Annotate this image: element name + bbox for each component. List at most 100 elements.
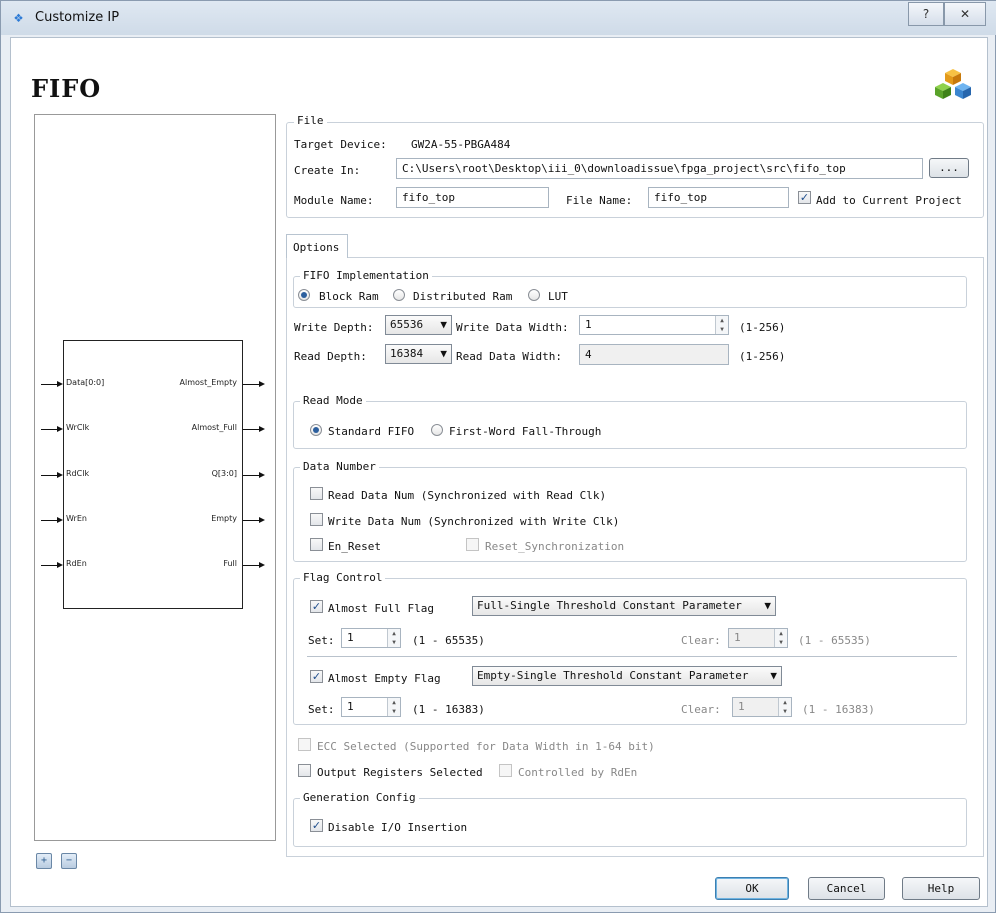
ae-clear-label: Clear:: [681, 703, 721, 716]
window-title: Customize IP: [35, 10, 120, 25]
af-set-label: Set:: [308, 634, 335, 647]
help-title-button[interactable]: ?: [908, 2, 944, 26]
standard-fifo-label: Standard FIFO: [328, 425, 415, 438]
fwft-radio[interactable]: [431, 424, 443, 436]
ok-button[interactable]: OK: [715, 877, 789, 900]
page-title: FIFO: [31, 74, 102, 103]
af-set-stepper[interactable]: 1 ▲ ▼: [341, 628, 401, 648]
data-number-label: Data Number: [300, 460, 379, 473]
reset-sync-checkbox: [466, 538, 479, 551]
arrow-right-icon: [57, 426, 63, 432]
arrow-right-icon: [259, 381, 265, 387]
target-device-label: Target Device:: [294, 138, 387, 151]
block-ram-radio[interactable]: [298, 289, 310, 301]
spin-arrows-icon[interactable]: ▲ ▼: [387, 629, 400, 647]
generation-config-label: Generation Config: [300, 791, 419, 804]
input-pin-label: Data[0:0]: [66, 378, 105, 387]
create-in-field[interactable]: C:\Users\root\Desktop\iii_0\downloadissu…: [396, 158, 923, 179]
write-data-num-label: Write Data Num (Synchronized with Write …: [328, 515, 620, 528]
write-range-label: (1-256): [739, 321, 786, 334]
fwft-label: First-Word Fall-Through: [449, 425, 602, 438]
file-group-label: File: [294, 114, 327, 127]
add-to-project-checkbox[interactable]: ✓: [798, 191, 811, 204]
flag-divider: [307, 656, 957, 657]
output-pin-label: Full: [223, 559, 237, 568]
create-in-label: Create In:: [294, 164, 361, 177]
output-pin-line: [243, 384, 259, 385]
almost-full-mode-select[interactable]: Full-Single Threshold Constant Parameter…: [472, 596, 776, 616]
ecc-checkbox: [298, 738, 311, 751]
arrow-right-icon: [259, 517, 265, 523]
spin-arrows-icon: ▲ ▼: [774, 629, 787, 647]
output-pin-line: [243, 520, 259, 521]
module-name-field[interactable]: fifo_top: [396, 187, 549, 208]
spin-arrows-icon[interactable]: ▲ ▼: [715, 316, 728, 334]
file-name-field[interactable]: fifo_top: [648, 187, 789, 208]
af-clear-range: (1 - 65535): [798, 634, 871, 647]
af-clear-value: 1: [734, 631, 741, 644]
chevron-down-icon: ▼: [440, 347, 447, 360]
almost-full-checkbox[interactable]: ✓: [310, 600, 323, 613]
output-pin-line: [243, 475, 259, 476]
almost-empty-mode-value: Empty-Single Threshold Constant Paramete…: [477, 669, 749, 682]
read-depth-select[interactable]: 16384 ▼: [385, 344, 452, 364]
output-pin-line: [243, 565, 259, 566]
write-width-stepper[interactable]: 1 ▲ ▼: [579, 315, 729, 335]
zoom-out-icon[interactable]: −: [61, 853, 77, 869]
disable-io-checkbox[interactable]: ✓: [310, 819, 323, 832]
write-width-label: Write Data Width:: [456, 321, 569, 334]
almost-empty-mode-select[interactable]: Empty-Single Threshold Constant Paramete…: [472, 666, 782, 686]
arrow-right-icon: [57, 517, 63, 523]
arrow-right-icon: [259, 562, 265, 568]
almost-empty-label: Almost Empty Flag: [328, 672, 441, 685]
disable-io-label: Disable I/O Insertion: [328, 821, 468, 834]
output-pin-label: Empty: [211, 514, 237, 523]
ae-set-range: (1 - 16383): [412, 703, 485, 716]
zoom-in-icon[interactable]: +: [36, 853, 52, 869]
read-mode-label: Read Mode: [300, 394, 366, 407]
output-pin-line: [243, 429, 259, 430]
lut-label: LUT: [548, 290, 568, 303]
customize-ip-window: ❖ Customize IP ? ✕ FIFO Data[0:0] WrClk Rd…: [0, 0, 996, 913]
read-width-label: Read Data Width:: [456, 350, 562, 363]
input-pin-label: WrClk: [66, 423, 90, 432]
output-registers-checkbox[interactable]: [298, 764, 311, 777]
controlled-by-rden-label: Controlled by RdEn: [518, 766, 638, 779]
file-name-label: File Name:: [566, 194, 633, 207]
en-reset-label: En_Reset: [328, 540, 381, 553]
close-title-button[interactable]: ✕: [944, 2, 986, 26]
spin-arrows-icon[interactable]: ▲ ▼: [387, 698, 400, 716]
read-data-num-label: Read Data Num (Synchronized with Read Cl…: [328, 489, 607, 502]
input-pin-line: [41, 429, 57, 430]
write-depth-label: Write Depth:: [294, 321, 374, 334]
tab-options[interactable]: Options: [286, 234, 348, 258]
fifo-implementation-label: FIFO Implementation: [300, 269, 432, 282]
flag-control-label: Flag Control: [300, 571, 386, 584]
almost-empty-checkbox[interactable]: ✓: [310, 670, 323, 683]
write-depth-select[interactable]: 65536 ▼: [385, 315, 452, 335]
af-clear-label: Clear:: [681, 634, 721, 647]
output-pin-label: Almost_Empty: [179, 378, 237, 387]
browse-button[interactable]: ...: [929, 158, 969, 178]
standard-fifo-radio[interactable]: [310, 424, 322, 436]
help-button[interactable]: Help: [902, 877, 980, 900]
ae-set-label: Set:: [308, 703, 335, 716]
cancel-button[interactable]: Cancel: [808, 877, 885, 900]
ae-clear-value: 1: [738, 700, 745, 713]
ecc-label: ECC Selected (Supported for Data Width i…: [317, 740, 655, 753]
ae-set-stepper[interactable]: 1 ▲ ▼: [341, 697, 401, 717]
reset-sync-label: Reset_Synchronization: [485, 540, 625, 553]
af-set-range: (1 - 65535): [412, 634, 485, 647]
read-data-num-checkbox[interactable]: [310, 487, 323, 500]
input-pin-line: [41, 475, 57, 476]
en-reset-checkbox[interactable]: [310, 538, 323, 551]
read-range-label: (1-256): [739, 350, 786, 363]
gowin-logo-icon: ❖: [14, 8, 24, 26]
ae-set-value: 1: [347, 700, 354, 713]
distributed-ram-radio[interactable]: [393, 289, 405, 301]
module-name-label: Module Name:: [294, 194, 374, 207]
lut-radio[interactable]: [528, 289, 540, 301]
ae-clear-stepper: 1 ▲ ▼: [732, 697, 792, 717]
write-data-num-checkbox[interactable]: [310, 513, 323, 526]
input-pin-line: [41, 565, 57, 566]
